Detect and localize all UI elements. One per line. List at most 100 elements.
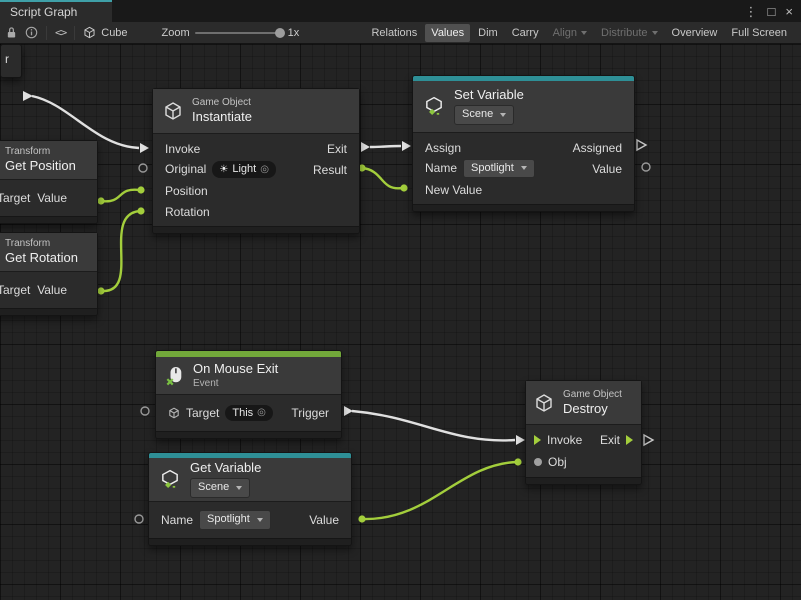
wire-exit-to-assign[interactable] — [370, 146, 401, 147]
variable-name-dropdown[interactable]: Spotlight — [199, 510, 271, 529]
node-footer — [156, 431, 341, 438]
info-icon[interactable] — [25, 24, 38, 42]
port-label-trigger: Trigger — [291, 406, 329, 420]
dim-button[interactable]: Dim — [472, 24, 504, 42]
values-button[interactable]: Values — [425, 24, 470, 42]
object-field-light[interactable]: ☀ Light ◎ — [212, 161, 276, 177]
node-header[interactable]: Transform Get Rotation — [0, 233, 97, 272]
value-port-dot[interactable] — [358, 515, 365, 522]
chevron-down-icon — [500, 113, 506, 117]
object-field-this[interactable]: This ◎ — [225, 405, 273, 421]
target-input-port[interactable] — [141, 407, 149, 415]
port-label-value: Value — [37, 191, 67, 205]
object-field-value: Light — [232, 162, 256, 176]
port-label-target: Target — [0, 191, 30, 205]
zoom-slider-handle[interactable] — [275, 28, 285, 38]
variable-scope-dropdown[interactable]: Scene — [190, 478, 250, 497]
flow-port-arrow[interactable] — [516, 435, 525, 445]
tab-script-graph[interactable]: Script Graph — [0, 0, 112, 22]
scope-value: Scene — [462, 107, 493, 122]
node-get-position[interactable]: Transform Get Position Target Value — [0, 140, 98, 224]
lock-icon[interactable] — [6, 24, 17, 42]
node-title: Instantiate — [192, 110, 252, 125]
fragment-label: r — [5, 52, 9, 66]
zoom-label: Zoom — [162, 27, 190, 39]
value-output-port[interactable] — [642, 163, 650, 171]
full-screen-button[interactable]: Full Screen — [725, 24, 793, 42]
offscreen-node-fragment[interactable]: r — [0, 44, 22, 78]
distribute-dropdown[interactable]: Distribute — [595, 24, 663, 42]
variable-name-value: Spotlight — [471, 161, 514, 176]
carry-button[interactable]: Carry — [506, 24, 545, 42]
flow-port-arrow[interactable] — [361, 142, 370, 152]
node-instantiate[interactable]: Game Object Instantiate Invoke Exit Orig… — [152, 88, 360, 234]
port-label-assigned: Assigned — [573, 141, 622, 155]
menu-icon[interactable]: ⋮ — [745, 5, 758, 18]
node-footer — [526, 477, 641, 484]
variable-name-dropdown[interactable]: Spotlight — [463, 159, 535, 178]
code-view-icon[interactable]: <> — [55, 24, 66, 42]
value-port-dot[interactable] — [137, 207, 144, 214]
object-field-value: This — [232, 406, 253, 420]
wire-getvariable-to-obj[interactable] — [362, 462, 517, 519]
node-get-variable[interactable]: Get Variable Scene Name Spotlight — [148, 452, 352, 546]
node-title: On Mouse Exit — [193, 362, 278, 377]
zoom-slider[interactable] — [195, 32, 283, 34]
object-picker-icon[interactable]: ◎ — [257, 406, 266, 419]
value-port-dot[interactable] — [137, 186, 144, 193]
flow-port-arrow[interactable] — [23, 91, 33, 101]
close-icon[interactable]: × — [785, 5, 793, 18]
align-dropdown[interactable]: Align — [547, 24, 593, 42]
port-label-invoke: Invoke — [547, 433, 582, 447]
node-header[interactable]: On Mouse Exit Event — [156, 357, 341, 395]
value-port-dot[interactable] — [97, 287, 104, 294]
variable-icon — [159, 469, 181, 491]
node-on-mouse-exit[interactable]: On Mouse Exit Event Target This ◎ Trigge… — [155, 350, 342, 439]
flow-port-arrow[interactable] — [626, 435, 633, 445]
wire-getposition-to-position[interactable] — [101, 190, 140, 202]
node-destroy[interactable]: Game Object Destroy Invoke Exit — [525, 380, 642, 485]
node-get-rotation[interactable]: Transform Get Rotation Target Value — [0, 232, 98, 316]
value-port-dot[interactable] — [534, 458, 542, 466]
variable-scope-dropdown[interactable]: Scene — [454, 105, 514, 124]
name-input-port[interactable] — [135, 515, 143, 523]
node-set-variable[interactable]: Set Variable Scene Assign Assigned Name — [412, 75, 635, 212]
graph-canvas[interactable]: r Transform Get Position Target Value — [0, 44, 801, 600]
original-input-port[interactable] — [139, 164, 147, 172]
maximize-icon[interactable]: □ — [768, 5, 776, 18]
wire-trigger-to-destroy-invoke[interactable] — [352, 411, 515, 440]
toolbar-separator — [46, 26, 47, 40]
assigned-output-port[interactable] — [637, 140, 646, 150]
value-port-dot[interactable] — [97, 197, 104, 204]
node-header[interactable]: Get Variable Scene — [149, 458, 351, 502]
node-category: Transform — [5, 238, 78, 249]
flow-port-arrow[interactable] — [344, 406, 353, 416]
node-category: Transform — [5, 146, 76, 157]
overview-button[interactable]: Overview — [666, 24, 724, 42]
align-label: Align — [553, 27, 577, 39]
node-header[interactable]: Transform Get Position — [0, 141, 97, 180]
chevron-down-icon — [236, 486, 242, 490]
wires-layer — [0, 44, 801, 600]
toolbar-separator — [74, 26, 75, 40]
variable-icon — [423, 96, 445, 118]
flow-port-arrow[interactable] — [140, 143, 149, 153]
wire-result-to-newvalue[interactable] — [362, 168, 402, 188]
wire-getrotation-to-rotation[interactable] — [101, 211, 140, 291]
relations-button[interactable]: Relations — [365, 24, 423, 42]
node-header[interactable]: Game Object Destroy — [526, 381, 641, 425]
node-footer — [413, 204, 634, 211]
node-title: Set Variable — [454, 88, 524, 103]
port-label-position: Position — [165, 184, 208, 198]
flow-port-arrow[interactable] — [534, 435, 541, 445]
destroy-exit-port[interactable] — [644, 435, 653, 445]
script-graph-window: Script Graph ⋮ □ × <> Cube Zoom 1x — [0, 0, 801, 600]
graph-target[interactable]: Cube — [83, 26, 127, 39]
flow-port-arrow[interactable] — [402, 141, 411, 151]
zoom-value: 1x — [288, 27, 300, 39]
value-port-dot[interactable] — [400, 184, 407, 191]
object-picker-icon[interactable]: ◎ — [260, 163, 269, 176]
node-header[interactable]: Game Object Instantiate — [153, 89, 359, 134]
value-port-dot[interactable] — [514, 458, 521, 465]
node-header[interactable]: Set Variable Scene — [413, 81, 634, 133]
